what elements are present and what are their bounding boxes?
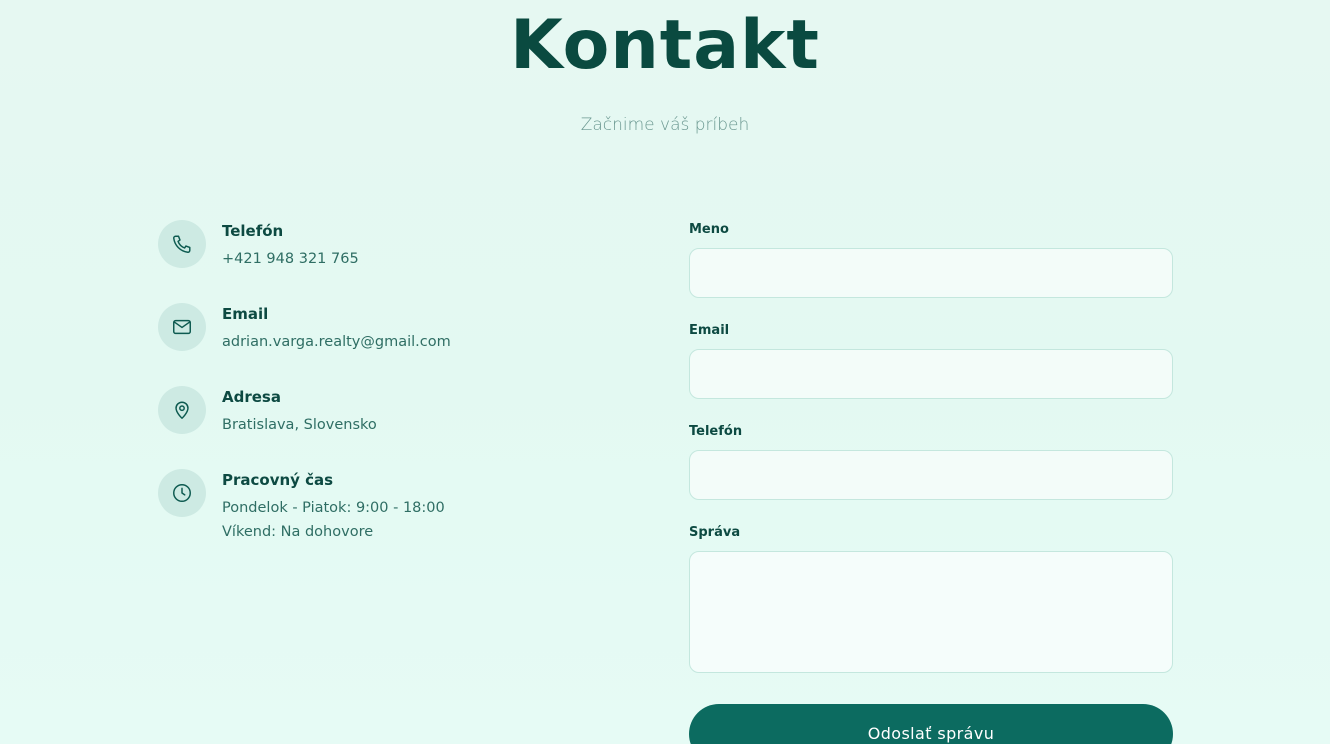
address-label: Adresa	[222, 388, 281, 406]
contact-info-email: Email adrian.varga.realty@gmail.com	[158, 303, 451, 351]
mail-icon	[158, 303, 206, 351]
submit-button[interactable]: Odoslať správu	[689, 704, 1173, 744]
name-input[interactable]	[689, 248, 1173, 298]
clock-icon	[158, 469, 206, 517]
contact-info-phone: Telefón +421 948 321 765	[158, 220, 359, 268]
contact-info-address: Adresa Bratislava, Slovensko	[158, 386, 377, 434]
hours-label: Pracovný čas	[222, 471, 334, 489]
message-field-label: Správa	[689, 525, 741, 540]
phone-value[interactable]: +421 948 321 765	[222, 250, 359, 268]
hours-weekend: Víkend: Na dohovore	[222, 524, 374, 540]
phone-input[interactable]	[689, 450, 1173, 500]
address-value: Bratislava, Slovensko	[222, 417, 377, 433]
phone-icon	[158, 220, 206, 268]
message-textarea[interactable]	[689, 551, 1173, 673]
email-value[interactable]: adrian.varga.realty@gmail.com	[222, 333, 451, 351]
email-field-label: Email	[689, 323, 730, 338]
name-field-label: Meno	[689, 222, 729, 237]
phone-label: Telefón	[222, 222, 284, 240]
page-subtitle: Začnime váš príbeh	[580, 115, 750, 135]
phone-field-label: Telefón	[689, 424, 743, 439]
contact-info-hours: Pracovný čas Pondelok - Piatok: 9:00 - 1…	[158, 469, 445, 541]
hours-weekdays: Pondelok - Piatok: 9:00 - 18:00	[222, 500, 445, 516]
email-input[interactable]	[689, 349, 1173, 399]
email-label: Email	[222, 305, 269, 323]
page-title: Kontakt	[510, 6, 820, 85]
map-pin-icon	[158, 386, 206, 434]
